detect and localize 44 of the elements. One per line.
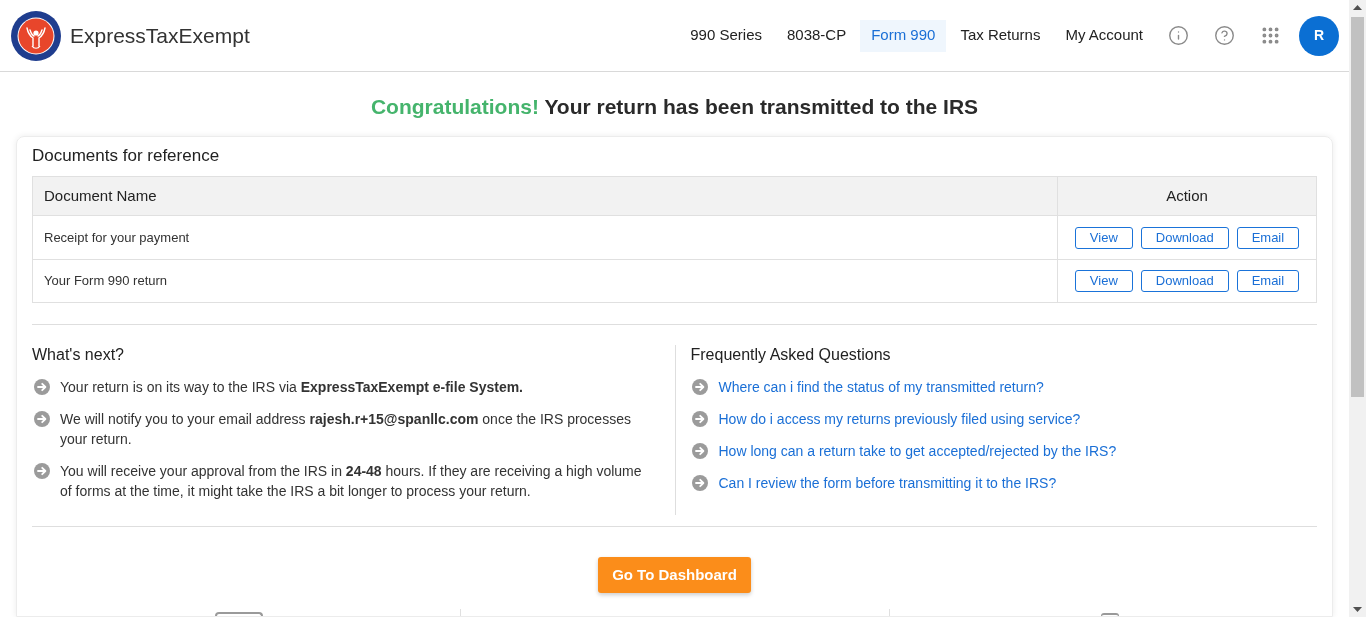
nav-tab[interactable]: Tax Returns (949, 19, 1052, 52)
scroll-down-arrow-icon[interactable] (1353, 607, 1362, 612)
nav-tab[interactable]: 8038-CP (776, 19, 858, 52)
document-action-button[interactable]: Email (1236, 270, 1300, 292)
faq-link[interactable]: How do i access my returns previously filed using service? (718, 409, 1081, 429)
table-cell-text: Receipt for your payment (43, 228, 191, 247)
arrow-right-circle-icon (691, 475, 708, 491)
next-step-text: Your return is on its way to the IRS via ExpressTaxExempt e-file System. (60, 378, 523, 397)
arrow-right-circle-icon (34, 411, 50, 427)
arrow-right-circle-icon (691, 411, 708, 427)
document-action-button[interactable]: View (1074, 226, 1133, 249)
document-action-button[interactable]: Email (1236, 226, 1300, 249)
section-title: Frequently Asked Questions (690, 345, 892, 365)
scrollbar-thumb[interactable] (1351, 17, 1364, 397)
document-action-button[interactable]: Download (1140, 270, 1229, 292)
arrow-right-circle-icon (691, 379, 708, 395)
faq-link[interactable]: How long can a return take to get accepted/rejected by the IRS? (718, 441, 1117, 461)
faq-link[interactable]: Can I review the form before transmitting it to the IRS? (718, 473, 1057, 493)
next-step-text: You will receive your approval from the IRS in 24-48 hours. If they are receiving a high volume of forms at the time, it might take the IRS a bit longer to process your return. (60, 462, 643, 501)
nav-tab[interactable]: Form 990 (860, 19, 947, 52)
apps-grid-icon[interactable] (1260, 25, 1281, 46)
nav-tab[interactable]: 990 Series (679, 19, 773, 52)
table-cell-text: Your Form 990 return (43, 272, 169, 291)
arrow-right-circle-icon (691, 443, 708, 459)
help-icon[interactable] (1214, 25, 1235, 46)
brand-name[interactable]: ExpressTaxExempt (70, 19, 250, 52)
column-header: Document Name (43, 185, 158, 206)
section-title: Documents for reference (32, 146, 221, 166)
arrow-right-circle-icon (34, 463, 50, 479)
user-avatar[interactable]: R (1299, 15, 1339, 56)
next-step-text: We will notify you to your email address rajesh.r+15@spanllc.com once the IRS processes your return. (60, 410, 632, 449)
logo-icon[interactable] (11, 10, 61, 61)
document-action-button[interactable]: View (1074, 270, 1133, 292)
faq-link[interactable]: Where can i find the status of my transmitted return? (718, 377, 1044, 397)
section-title: What's next? (32, 345, 125, 365)
arrow-right-circle-icon (34, 379, 50, 395)
document-action-button[interactable]: Download (1140, 226, 1229, 249)
column-header: Action (1057, 177, 1316, 215)
outlined-tile (215, 612, 264, 616)
success-heading: Congratulations! Your return has been transmitted to the IRS (370, 96, 979, 118)
scrollbar-track[interactable] (1349, 0, 1366, 617)
info-icon[interactable] (1168, 25, 1189, 46)
scroll-up-arrow-icon[interactable] (1353, 5, 1362, 10)
nav-tab[interactable]: My Account (1054, 19, 1154, 52)
